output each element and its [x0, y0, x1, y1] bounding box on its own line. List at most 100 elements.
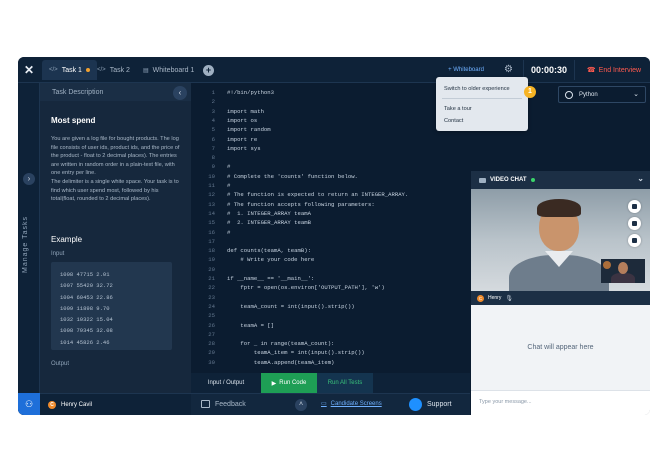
code-text: import re [227, 135, 258, 143]
code-text: import math [227, 107, 264, 115]
code-line[interactable]: 19 # Write your code here [191, 256, 314, 265]
participants-icon[interactable]: ⚇ [18, 393, 40, 415]
globe-icon [565, 90, 573, 99]
code-line[interactable]: 3 import math [191, 108, 264, 117]
code-line[interactable]: 16 # [191, 229, 230, 238]
participant-hair [537, 199, 581, 217]
code-line[interactable]: 6 import re [191, 135, 258, 145]
add-tab-button[interactable]: + [203, 65, 214, 76]
take-tour-item[interactable]: Take a tour [444, 106, 472, 112]
video-user-bar: C Henry 🎙 [471, 291, 650, 305]
code-line[interactable]: 1 #!/bin/python3 [191, 89, 274, 98]
switch-experience-item[interactable]: Switch to older experience [444, 86, 510, 92]
tab-task-2[interactable]: </> Task 2 [90, 60, 137, 80]
line-number: 27 [208, 330, 215, 338]
code-line[interactable]: 10 # Complete the 'counts' function below… [191, 173, 358, 182]
camera-icon [479, 177, 486, 183]
task-description-panel: Task Description ‹ Most spend You are gi… [40, 83, 191, 393]
language-select[interactable]: Python ⌄ [558, 86, 646, 103]
code-line[interactable]: 17 [191, 238, 227, 247]
self-view-face [618, 262, 628, 274]
line-number: 21 [208, 275, 215, 282]
code-text: teamA.append(teamA_item) [227, 358, 335, 366]
line-number: 6 [211, 135, 215, 143]
code-line[interactable]: 20 [191, 266, 227, 275]
code-line[interactable]: 4 import os [191, 117, 258, 126]
manage-tasks-label[interactable]: Manage Tasks [22, 193, 36, 273]
tab-whiteboard-1[interactable]: ▤ Whiteboard 1 [136, 60, 201, 80]
video-toggle-icon[interactable] [628, 217, 641, 230]
video-chat-header: VIDEO CHAT ⌄ [471, 171, 650, 189]
line-number: 2 [211, 98, 215, 106]
candidate-screens-link[interactable]: ▭ Candidate Screens [321, 400, 382, 408]
code-text: # Write your code here [227, 256, 315, 264]
line-number: 20 [208, 265, 215, 273]
feedback-button[interactable]: Feedback [201, 400, 246, 408]
candidate-screens-label: Candidate Screens [330, 400, 382, 407]
code-line[interactable]: 9 # [191, 163, 231, 172]
code-line[interactable]: 8 [191, 154, 227, 163]
mic-icon[interactable] [628, 234, 641, 247]
end-interview-button[interactable]: ☎ End Interview [578, 60, 650, 80]
code-text: # [227, 182, 231, 189]
code-line[interactable]: 23 [191, 294, 227, 303]
code-text: import sys [227, 144, 261, 152]
chevron-down-icon[interactable]: ⌄ [637, 174, 644, 183]
code-line[interactable]: 12 # The function is expected to return a… [191, 191, 408, 200]
input-output-button[interactable]: Input / Output [191, 380, 261, 386]
collapse-panel-icon[interactable]: ‹ [173, 86, 187, 100]
code-text: # The function accepts following paramet… [227, 200, 375, 208]
code-line[interactable]: 7 import sys [191, 145, 261, 154]
code-line[interactable]: 28 for _ in range(teamA_count): [191, 340, 334, 349]
contact-item[interactable]: Contact [444, 118, 463, 124]
app-logo: ✕ [23, 63, 35, 77]
expand-rail-icon[interactable]: › [23, 173, 35, 185]
chat-placeholder: Chat will appear here [471, 305, 650, 390]
code-line[interactable]: 5 import random [191, 126, 271, 135]
line-number: 1 [211, 89, 215, 96]
line-number: 26 [208, 321, 215, 329]
code-line[interactable]: 2 [191, 98, 227, 107]
code-line[interactable]: 18 def counts(teamA, teamB): [191, 247, 311, 256]
code-line[interactable]: 24 teamA_count = int(input().strip()) [191, 303, 354, 312]
app-window: ✕ </> Task 1 </> Task 2 ▤ Whiteboard 1 +… [18, 57, 650, 415]
example-input-box: 1008 47715 2.01 1007 55420 32.72 1004 60… [51, 262, 172, 350]
code-line[interactable]: 15 # 2. INTEGER_ARRAY teamB [191, 219, 311, 228]
tab-task-1[interactable]: </> Task 1 [42, 60, 97, 80]
line-number: 16 [208, 228, 215, 236]
speaker-icon[interactable] [628, 200, 641, 213]
code-line[interactable]: 26 teamA = [] [191, 322, 274, 331]
code-line[interactable]: 22 fptr = open(os.environ['OUTPUT_PATH']… [191, 284, 385, 293]
code-line[interactable]: 14 # 1. INTEGER_ARRAY teamA [191, 210, 311, 219]
input-line: 1007 55420 32.72 [60, 282, 113, 290]
code-line[interactable]: 21 if __name__ == '__main__': [191, 275, 314, 284]
left-rail: › Manage Tasks ⚇ [18, 83, 40, 415]
support-label: Support [427, 401, 452, 408]
code-text: fptr = open(os.environ['OUTPUT_PATH'], '… [227, 284, 385, 292]
code-line[interactable]: 13 # The function accepts following param… [191, 200, 375, 210]
run-all-tests-button[interactable]: Run All Tests [317, 373, 373, 393]
line-number: 13 [208, 200, 215, 208]
code-line[interactable]: 30 teamA.append(teamA_item) [191, 359, 334, 368]
code-line[interactable]: 29 teamA_item = int(input().strip()) [191, 349, 364, 358]
code-line[interactable]: 25 [191, 312, 227, 321]
line-number: 3 [211, 107, 215, 115]
video-user-name: Henry [488, 295, 502, 301]
code-icon: </> [97, 67, 106, 73]
top-bar: ✕ </> Task 1 </> Task 2 ▤ Whiteboard 1 +… [18, 57, 650, 83]
live-indicator-icon [530, 178, 535, 182]
phone-hangup-icon: ☎ [586, 67, 596, 74]
chevron-up-icon[interactable]: ˄ [295, 399, 307, 411]
code-text: # The function is expected to return an … [227, 191, 409, 199]
code-line[interactable]: 27 [191, 331, 227, 340]
support-button[interactable]: Support [409, 398, 452, 411]
code-text: # 2. INTEGER_ARRAY teamB [227, 219, 311, 227]
gear-icon[interactable]: ⚙ [504, 64, 513, 75]
chat-message-input[interactable]: Type your message... [471, 390, 650, 415]
code-text: teamA = [] [227, 321, 274, 329]
line-number: 17 [208, 237, 215, 245]
run-code-button[interactable]: ▶ Run Code [261, 373, 317, 393]
code-line[interactable]: 11 # [191, 182, 230, 191]
code-text: # [227, 163, 231, 171]
code-editor[interactable]: 1 #!/bin/python3 2 3 import math 4 import os 5 i… [191, 83, 470, 373]
